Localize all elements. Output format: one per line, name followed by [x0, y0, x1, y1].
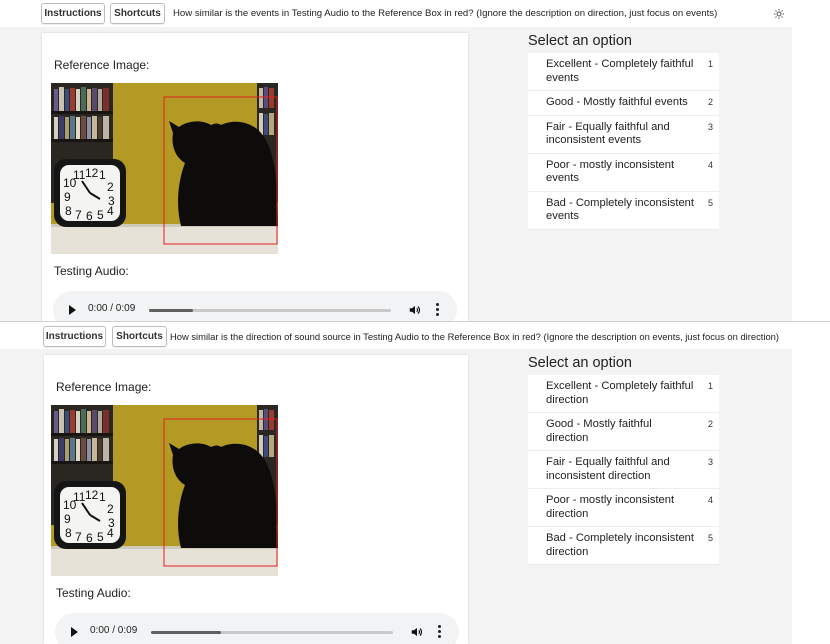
option-poor[interactable]: Poor - mostly inconsistent direction 4 [528, 489, 719, 527]
option-label: Good - Mostly faithful direction [546, 418, 652, 444]
svg-text:7: 7 [75, 208, 82, 222]
annotation-panel-direction: Instructions Shortcuts How similar is th… [0, 322, 830, 644]
audio-progress-fill [149, 309, 193, 312]
option-key: 1 [707, 59, 713, 69]
reference-image-label: Reference Image: [54, 58, 150, 72]
shortcuts-button[interactable]: Shortcuts [110, 3, 165, 24]
instructions-button[interactable]: Instructions [43, 326, 106, 347]
option-label: Poor - mostly inconsistent events [546, 158, 675, 185]
option-key: 3 [707, 121, 713, 132]
play-icon[interactable] [71, 627, 78, 637]
audio-progress-bar[interactable] [151, 631, 393, 634]
option-key: 4 [707, 495, 713, 505]
option-label: Fair - Equally faithful and inconsistent… [546, 120, 670, 147]
option-bad[interactable]: Bad - Completely inconsistent direction 5 [528, 527, 719, 565]
reference-image: 11 12 1 2 10 9 387 654 [51, 405, 278, 576]
audio-time: 0:00 / 0:09 [90, 625, 138, 636]
option-label: Good - Mostly faithful events [546, 96, 688, 108]
svg-text:1: 1 [99, 168, 106, 182]
volume-icon[interactable] [408, 303, 422, 317]
svg-text:12: 12 [85, 488, 99, 502]
option-label: Bad - Completely inconsistent events [546, 196, 694, 223]
option-label: Excellent - Completely faithful events [546, 58, 694, 84]
option-key: 5 [707, 533, 713, 543]
testing-audio-label: Testing Audio: [54, 264, 129, 278]
question-text: How similar is the direction of sound so… [170, 331, 780, 342]
svg-text:9: 9 [64, 512, 71, 526]
audio-time: 0:00 / 0:09 [88, 303, 136, 314]
instructions-button[interactable]: Instructions [41, 3, 105, 24]
audio-progress-bar[interactable] [149, 309, 391, 312]
option-label: Bad - Completely inconsistent direction [546, 532, 694, 558]
svg-text:5: 5 [97, 208, 104, 222]
option-key: 3 [707, 457, 713, 467]
option-good[interactable]: Good - Mostly faithful events 2 [528, 91, 719, 116]
svg-text:4: 4 [107, 526, 114, 540]
option-key: 5 [707, 197, 713, 208]
svg-text:5: 5 [97, 530, 104, 544]
testing-audio-label: Testing Audio: [56, 586, 131, 600]
audio-player[interactable]: 0:00 / 0:09 [53, 291, 457, 322]
more-options-icon[interactable] [438, 625, 442, 639]
svg-text:10: 10 [63, 498, 77, 512]
option-excellent[interactable]: Excellent - Completely faithful directio… [528, 375, 719, 413]
svg-text:8: 8 [65, 204, 72, 218]
svg-text:9: 9 [64, 190, 71, 204]
annotation-panel-events: Instructions Shortcuts How similar is th… [0, 0, 830, 322]
select-option-title: Select an option [528, 33, 632, 49]
more-options-icon[interactable] [436, 303, 440, 317]
top-toolbar: Instructions Shortcuts How similar is th… [0, 322, 792, 349]
volume-icon[interactable] [410, 625, 424, 639]
svg-text:4: 4 [107, 204, 114, 218]
option-bad[interactable]: Bad - Completely inconsistent events 5 [528, 191, 719, 230]
svg-text:7: 7 [75, 530, 82, 544]
select-option-title: Select an option [528, 355, 632, 371]
option-good[interactable]: Good - Mostly faithful direction 2 [528, 413, 719, 451]
option-key: 2 [707, 97, 713, 107]
option-fair[interactable]: Fair - Equally faithful and inconsistent… [528, 115, 719, 154]
option-list: Excellent - Completely faithful directio… [528, 375, 719, 565]
audio-progress-fill [151, 631, 222, 634]
svg-text:10: 10 [63, 176, 77, 190]
svg-text:12: 12 [85, 166, 99, 180]
question-text: How similar is the events in Testing Aud… [173, 8, 718, 19]
option-label: Fair - Equally faithful and inconsistent… [546, 456, 670, 482]
svg-text:1: 1 [99, 490, 106, 504]
reference-card: Reference Image: 11 12 1 2 10 9 3 8 7 6 … [44, 355, 468, 644]
shortcuts-button[interactable]: Shortcuts [112, 326, 167, 347]
reference-image: 11 12 1 2 10 9 387 654 [51, 83, 278, 254]
gear-icon[interactable] [773, 8, 785, 20]
top-toolbar: Instructions Shortcuts How similar is th… [0, 0, 792, 27]
reference-image-label: Reference Image: [56, 380, 152, 394]
option-fair[interactable]: Fair - Equally faithful and inconsistent… [528, 451, 719, 489]
option-poor[interactable]: Poor - mostly inconsistent events 4 [528, 153, 719, 192]
reference-card: Reference Image: 11 12 1 2 10 9 3 8 7 6 … [42, 33, 468, 322]
option-label: Poor - mostly inconsistent direction [546, 494, 675, 520]
option-excellent[interactable]: Excellent - Completely faithful events 1 [528, 53, 719, 91]
svg-text:6: 6 [86, 531, 93, 545]
audio-player[interactable]: 0:00 / 0:09 [55, 613, 459, 644]
option-label: Excellent - Completely faithful directio… [546, 380, 694, 406]
svg-text:8: 8 [65, 526, 72, 540]
option-key: 1 [707, 381, 713, 391]
option-list: Excellent - Completely faithful events 1 … [528, 53, 719, 230]
svg-text:2: 2 [107, 502, 114, 516]
play-icon[interactable] [69, 305, 76, 315]
svg-text:2: 2 [107, 180, 114, 194]
option-key: 2 [707, 419, 713, 429]
svg-text:6: 6 [86, 209, 93, 223]
option-key: 4 [707, 159, 713, 170]
